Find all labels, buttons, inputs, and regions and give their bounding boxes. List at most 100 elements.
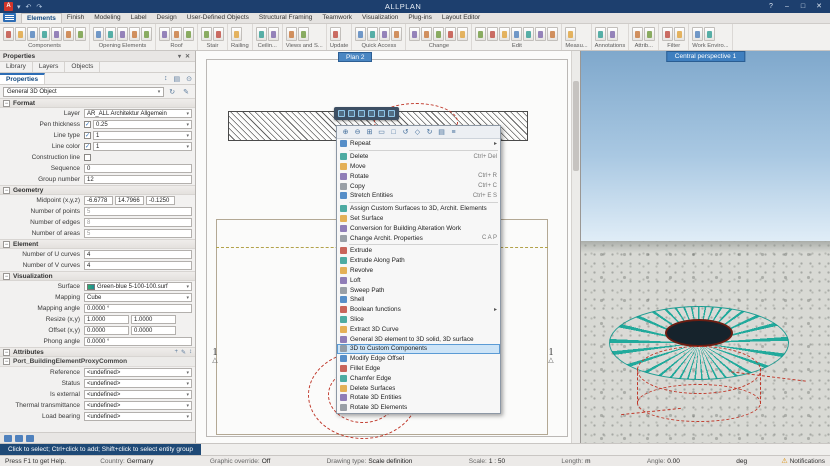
ribbon-tool-icon[interactable] <box>183 27 194 41</box>
section-header-geometry[interactable]: −Geometry <box>0 185 195 195</box>
rotate-icon[interactable] <box>378 110 385 117</box>
value-box[interactable]: 0.0000 ° <box>84 304 192 313</box>
value-box[interactable]: 0.0000 <box>131 326 176 335</box>
collapse-icon[interactable]: − <box>3 241 10 248</box>
ribbon-tool-icon[interactable] <box>457 27 468 41</box>
ribbon-tab-plug-ins[interactable]: Plug-ins <box>403 13 436 23</box>
sort-icon[interactable]: ↕ <box>189 349 192 356</box>
delete-icon[interactable] <box>388 110 395 117</box>
checkbox[interactable]: ✓ <box>84 121 91 128</box>
add-icon[interactable]: + <box>174 349 178 356</box>
value-box[interactable]: 4 <box>84 250 192 259</box>
palette-tab-properties[interactable]: Properties <box>0 73 45 84</box>
notifications-button[interactable]: ⚠ Notifications <box>781 457 825 465</box>
value-box[interactable]: AR_ALL Architektur Allgemein▾ <box>84 109 192 118</box>
value-box[interactable]: <undefined>▾ <box>84 368 192 377</box>
menu-item-general-3d-element-to-3d-solid-3d-surface[interactable]: General 3D element to 3D solid, 3D surfa… <box>337 334 500 344</box>
ribbon-tool-icon[interactable] <box>159 27 170 41</box>
menu-item-change-archit-properties[interactable]: Change Archit. PropertiesC A P <box>337 233 500 243</box>
value-box[interactable]: -0.1250 <box>146 196 175 205</box>
ribbon-tab-label[interactable]: Label <box>126 13 152 23</box>
ribbon-tool-icon[interactable] <box>499 27 510 41</box>
application-menu-icon[interactable] <box>3 13 16 22</box>
checkbox[interactable] <box>84 154 91 161</box>
ribbon-tool-icon[interactable] <box>286 27 297 41</box>
ribbon-tool-icon[interactable] <box>93 27 104 41</box>
perspective-view-tab[interactable]: Central perspective 1 <box>666 51 745 62</box>
value-box[interactable]: 12 <box>84 175 192 184</box>
menu-item-slice[interactable]: Slice <box>337 315 500 325</box>
edit-icon[interactable]: ✎ <box>181 349 186 356</box>
perspective-viewport[interactable]: Central perspective 1 <box>580 51 830 443</box>
ribbon-tab-design[interactable]: Design <box>152 13 182 23</box>
ribbon-tool-icon[interactable] <box>475 27 486 41</box>
custom-component-3d-object[interactable] <box>609 306 794 436</box>
menu-item-rotate-3d-elements[interactable]: Rotate 3D Elements <box>337 403 500 413</box>
value-box[interactable]: 1▾ <box>93 142 192 151</box>
scrollbar-thumb[interactable] <box>573 81 579 171</box>
ribbon-tool-icon[interactable] <box>692 27 703 41</box>
ribbon-tool-icon[interactable] <box>15 27 26 41</box>
search-icon[interactable]: ⊙ <box>183 75 195 83</box>
value-box[interactable]: <undefined>▾ <box>84 379 192 388</box>
checkbox[interactable]: ✓ <box>84 143 91 150</box>
menu-item-delete[interactable]: DeleteCtrl+ Del <box>337 152 500 162</box>
window-minimize-button[interactable]: – <box>780 2 794 12</box>
menu-item-sweep-path[interactable]: Sweep Path <box>337 285 500 295</box>
menu-item-stretch-entities[interactable]: Stretch EntitiesCtrl+ E S <box>337 191 500 201</box>
window-maximize-button[interactable]: □ <box>796 2 810 12</box>
canvas-vertical-scrollbar[interactable] <box>571 51 580 443</box>
ribbon-tool-icon[interactable] <box>595 27 606 41</box>
ribbon-tool-icon[interactable] <box>674 27 685 41</box>
ribbon-tool-icon[interactable] <box>231 27 242 41</box>
ribbon-tool-icon[interactable] <box>487 27 498 41</box>
collapse-icon[interactable]: − <box>3 349 10 356</box>
menu-item-rotate-3d-entities[interactable]: Rotate 3D Entities <box>337 393 500 403</box>
list-view-icon[interactable]: ▤ <box>171 75 184 83</box>
subsection-port-buildingelementproxycommon[interactable]: −Port_BuildingElementProxyCommon <box>0 357 195 367</box>
wizard-icon[interactable] <box>15 435 23 442</box>
zoom-out-icon[interactable]: ⊖ <box>353 128 362 136</box>
section-header-visualization[interactable]: −Visualization <box>0 271 195 281</box>
palette-menu-icon[interactable]: ▾ <box>176 53 183 60</box>
ribbon-tool-icon[interactable] <box>662 27 673 41</box>
menu-item-boolean-functions[interactable]: Boolean functions▸ <box>337 305 500 315</box>
ribbon-tool-icon[interactable] <box>391 27 402 41</box>
palette-tab-objects[interactable]: Objects <box>65 62 100 72</box>
previous-view-icon[interactable]: ↺ <box>401 128 410 136</box>
ribbon-tool-icon[interactable] <box>51 27 62 41</box>
pan-icon[interactable]: ⊞ <box>365 128 374 136</box>
menu-item-set-surface[interactable]: Set Surface <box>337 214 500 224</box>
menu-item-extract-3d-curve[interactable]: Extract 3D Curve <box>337 324 500 334</box>
refresh-icon[interactable]: ↻ <box>166 88 178 96</box>
tools-icon[interactable] <box>4 435 12 442</box>
value-box[interactable]: <undefined>▾ <box>84 412 192 421</box>
value-box[interactable]: 0.25▾ <box>93 120 192 129</box>
menu-item-3d-to-custom-components[interactable]: 3D to Custom Components <box>337 344 500 354</box>
value-box[interactable]: 1.0000 <box>131 315 176 324</box>
palette-tab-layers[interactable]: Layers <box>33 62 66 72</box>
collapse-icon[interactable]: − <box>3 273 10 280</box>
ribbon-tool-icon[interactable] <box>433 27 444 41</box>
ribbon-tool-icon[interactable] <box>75 27 86 41</box>
ribbon-tool-icon[interactable] <box>330 27 341 41</box>
zoom-all-icon[interactable]: □ <box>389 129 398 136</box>
ribbon-tool-icon[interactable] <box>421 27 432 41</box>
palette-tab-library[interactable]: Library <box>0 62 33 72</box>
section-header-attributes[interactable]: −Attributes+✎↕ <box>0 347 195 357</box>
save-icon[interactable]: ▾ <box>17 3 21 11</box>
ribbon-tab-modeling[interactable]: Modeling <box>89 13 125 23</box>
zoom-in-icon[interactable]: ⊕ <box>341 128 350 136</box>
ribbon-tool-icon[interactable] <box>63 27 74 41</box>
ribbon-tool-icon[interactable] <box>547 27 558 41</box>
ribbon-tool-icon[interactable] <box>39 27 50 41</box>
ribbon-tab-structural-framing[interactable]: Structural Framing <box>254 13 317 23</box>
ribbon-tool-icon[interactable] <box>256 27 267 41</box>
ribbon-tool-icon[interactable] <box>535 27 546 41</box>
plan-view-tab[interactable]: Plan 2 <box>338 52 372 62</box>
menu-item-revolve[interactable]: Revolve <box>337 266 500 276</box>
value-box[interactable]: 0 <box>84 164 192 173</box>
zoom-window-icon[interactable]: ▭ <box>377 128 386 136</box>
menu-item-repeat[interactable]: Repeat▸ <box>337 139 500 149</box>
value-box[interactable]: <undefined>▾ <box>84 390 192 399</box>
